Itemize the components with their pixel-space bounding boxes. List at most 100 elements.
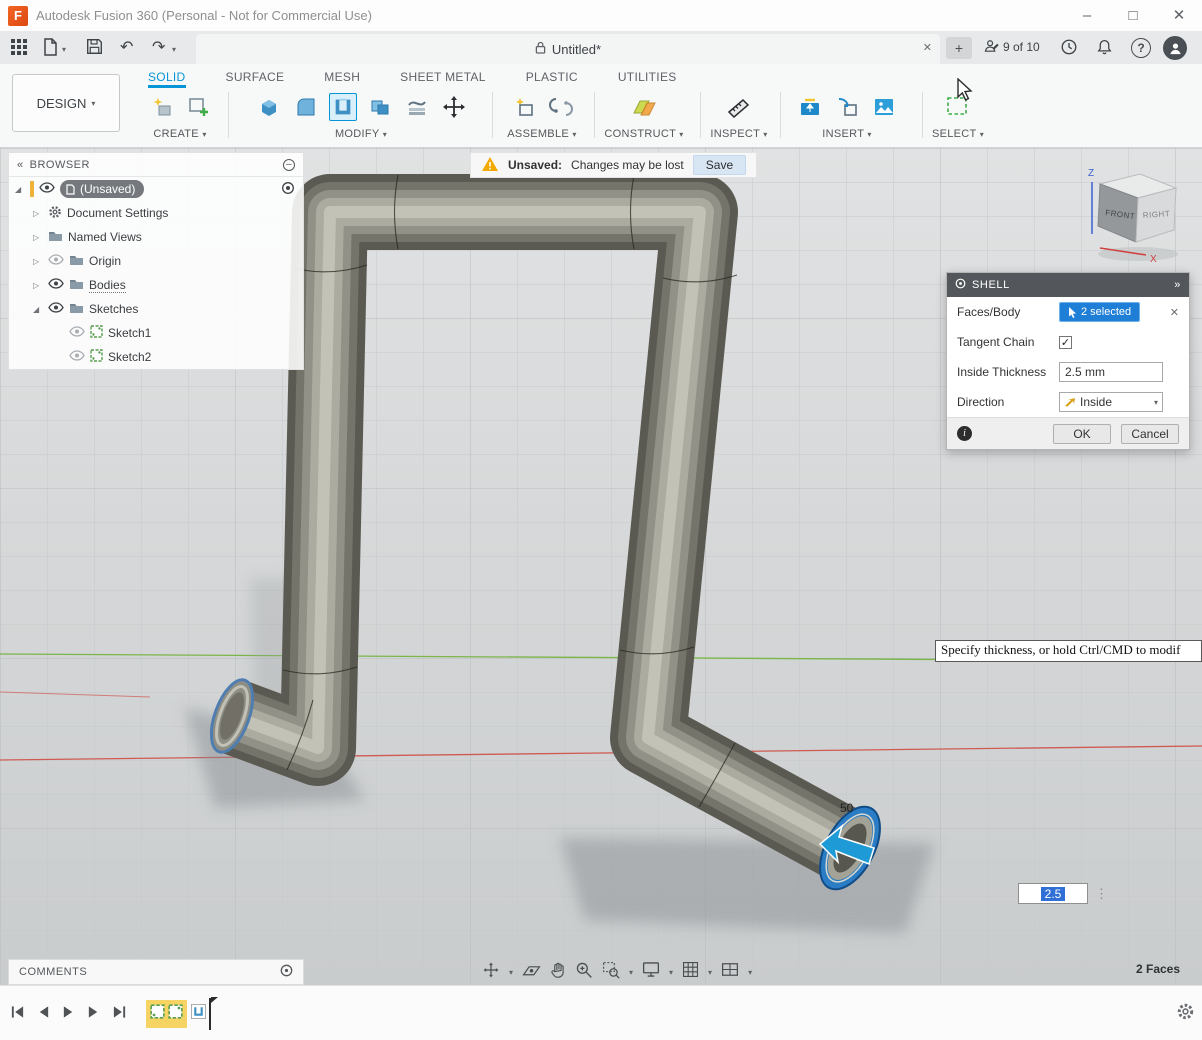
chevron-down-icon[interactable]: ▾ — [748, 968, 752, 977]
shell-dialog-header[interactable]: SHELL » — [947, 273, 1189, 297]
group-inspect-label[interactable]: INSPECT — [710, 128, 760, 140]
fillet-icon[interactable] — [292, 93, 320, 121]
help-icon[interactable]: ? — [1131, 38, 1151, 58]
timeline-position-marker[interactable] — [209, 998, 211, 1030]
timeline-sketch2-icon[interactable] — [168, 1004, 183, 1024]
clear-selection-icon[interactable]: ✕ — [1170, 306, 1179, 319]
insert-svg-icon[interactable] — [796, 93, 824, 121]
save-button[interactable]: Save — [693, 155, 746, 175]
group-modify-label[interactable]: MODIFY — [335, 128, 379, 140]
zoom-icon[interactable] — [575, 961, 593, 984]
expand-closed-icon[interactable]: ▷ — [33, 233, 43, 242]
group-select-label[interactable]: SELECT — [932, 128, 976, 140]
document-tab[interactable]: Untitled* ✕ — [196, 34, 940, 64]
dialog-expand-icon[interactable]: » — [1174, 279, 1181, 291]
redo-icon[interactable]: ↷ — [152, 37, 165, 57]
browser-row-sketch2[interactable]: Sketch2 — [9, 345, 303, 369]
browser-row-sketch1[interactable]: Sketch1 — [9, 321, 303, 345]
construction-plane-icon[interactable] — [630, 93, 658, 121]
go-to-end-icon[interactable] — [112, 1005, 127, 1024]
root-component[interactable]: (Unsaved) — [60, 180, 144, 198]
pan-hand-icon[interactable] — [550, 961, 566, 984]
info-icon[interactable]: i — [957, 426, 972, 441]
grid-settings-icon[interactable] — [682, 961, 699, 983]
circle-minus-icon[interactable]: – — [283, 159, 295, 171]
step-back-icon[interactable] — [37, 1005, 50, 1024]
file-menu-caret-icon[interactable]: ▾ — [62, 45, 66, 54]
timeline-shell-feature-icon[interactable] — [190, 1003, 207, 1025]
expand-closed-icon[interactable]: ▷ — [33, 209, 43, 218]
browser-row-sketches[interactable]: ◢ Sketches — [9, 297, 303, 321]
drag-handle-icon[interactable]: ⋮ — [1095, 886, 1108, 902]
create-component-icon[interactable] — [148, 93, 176, 121]
zoom-window-icon[interactable] — [602, 961, 620, 984]
browser-row-bodies[interactable]: ▷ Bodies — [9, 273, 303, 297]
look-at-icon[interactable] — [522, 962, 541, 983]
tab-plastic[interactable]: PLASTIC — [526, 70, 578, 88]
insert-derive-icon[interactable] — [833, 93, 861, 121]
sweep-icon[interactable] — [403, 93, 431, 121]
display-settings-icon[interactable] — [642, 961, 660, 983]
eye-hidden-icon[interactable] — [69, 350, 85, 364]
group-assemble-label[interactable]: ASSEMBLE — [507, 128, 569, 140]
viewports-icon[interactable] — [721, 962, 739, 982]
cancel-button[interactable]: Cancel — [1121, 424, 1179, 444]
orbit-icon[interactable] — [482, 961, 500, 984]
save-icon[interactable] — [86, 38, 108, 58]
tab-mesh[interactable]: MESH — [324, 70, 360, 88]
tab-utilities[interactable]: UTILITIES — [618, 70, 677, 88]
faces-select-button[interactable]: 2 selected — [1059, 302, 1140, 322]
group-create-label[interactable]: CREATE — [153, 128, 199, 140]
combine-icon[interactable] — [366, 93, 394, 121]
play-icon[interactable] — [62, 1005, 75, 1024]
browser-row-document-settings[interactable]: ▷ Document Settings — [9, 201, 303, 225]
browser-row-named-views[interactable]: ▷ Named Views — [9, 225, 303, 249]
direction-select[interactable]: Inside ▾ — [1059, 392, 1163, 412]
expand-closed-icon[interactable]: ▷ — [33, 281, 43, 290]
eye-icon[interactable] — [48, 302, 64, 316]
chevron-down-icon[interactable]: ▾ — [669, 968, 673, 977]
chevron-down-icon[interactable]: ▾ — [629, 968, 633, 977]
ok-button[interactable]: OK — [1053, 424, 1111, 444]
shell-icon[interactable] — [329, 93, 357, 121]
activate-target-icon[interactable] — [281, 181, 295, 198]
group-insert-label[interactable]: INSERT — [822, 128, 864, 140]
tab-close-icon[interactable]: ✕ — [923, 41, 932, 54]
chevron-down-icon[interactable]: ▾ — [509, 968, 513, 977]
eye-icon[interactable] — [39, 182, 55, 196]
job-status-icon[interactable] — [1060, 38, 1082, 58]
undo-icon[interactable]: ↶ — [120, 37, 133, 57]
browser-header[interactable]: « BROWSER – — [9, 153, 303, 177]
browser-row-root[interactable]: ◢ (Unsaved) — [9, 177, 303, 201]
browser-row-origin[interactable]: ▷ Origin — [9, 249, 303, 273]
file-menu-icon[interactable] — [42, 38, 64, 58]
expand-open-icon[interactable]: ◢ — [33, 305, 43, 314]
thickness-inline-input[interactable]: 2.5 — [1018, 883, 1088, 904]
expand-open-icon[interactable]: ◢ — [15, 185, 25, 194]
joint-icon[interactable] — [547, 93, 575, 121]
maximize-button[interactable]: □ — [1110, 0, 1156, 32]
create-base-feature-icon[interactable] — [185, 93, 213, 121]
new-component-icon[interactable] — [510, 93, 538, 121]
workspace-selector[interactable]: DESIGN ▾ — [12, 74, 120, 132]
expand-closed-icon[interactable]: ▷ — [33, 257, 43, 266]
app-grid-icon[interactable] — [10, 38, 32, 58]
avatar[interactable] — [1163, 36, 1187, 60]
move-copy-icon[interactable] — [440, 93, 468, 121]
expand-comments-icon[interactable] — [280, 964, 293, 980]
notifications-bell-icon[interactable] — [1096, 38, 1118, 58]
eye-hidden-icon[interactable] — [48, 254, 64, 268]
press-pull-icon[interactable] — [255, 93, 283, 121]
go-to-start-icon[interactable] — [10, 1005, 25, 1024]
eye-hidden-icon[interactable] — [69, 326, 85, 340]
insert-canvas-icon[interactable] — [870, 93, 898, 121]
thickness-input[interactable]: 2.5 mm — [1059, 362, 1163, 382]
comments-bar[interactable]: COMMENTS — [8, 959, 304, 985]
collapse-panel-icon[interactable]: « — [17, 159, 24, 171]
timeline-gear-icon[interactable] — [1176, 1002, 1195, 1026]
share-status[interactable]: 9 of 10 — [984, 39, 1040, 54]
new-tab-button[interactable]: + — [946, 37, 972, 59]
step-forward-icon[interactable] — [87, 1005, 100, 1024]
eye-icon[interactable] — [48, 278, 64, 292]
tab-surface[interactable]: SURFACE — [226, 70, 285, 88]
